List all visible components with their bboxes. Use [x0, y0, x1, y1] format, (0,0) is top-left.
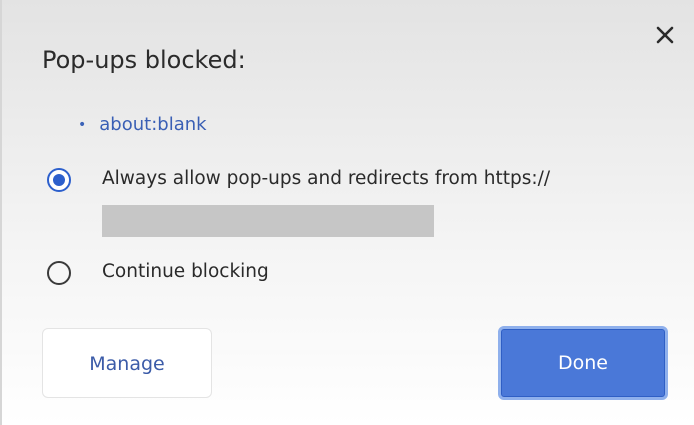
popup-blocked-dialog: Pop-ups blocked: • about:blank Always al…	[0, 0, 694, 425]
dialog-title: Pop-ups blocked:	[42, 46, 246, 74]
blocked-popup-link[interactable]: about:blank	[99, 114, 206, 135]
manage-button[interactable]: Manage	[42, 328, 212, 398]
bullet-icon: •	[78, 116, 87, 133]
redacted-site-url	[102, 205, 434, 237]
continue-blocking-radio[interactable]	[47, 261, 71, 285]
radio-selected-dot	[53, 174, 65, 186]
always-allow-radio[interactable]	[47, 168, 71, 192]
blocked-popup-list: • about:blank	[78, 114, 207, 135]
close-icon	[656, 26, 674, 44]
close-button[interactable]	[650, 20, 680, 50]
always-allow-label[interactable]: Always allow pop-ups and redirects from …	[102, 168, 550, 189]
continue-blocking-label[interactable]: Continue blocking	[102, 261, 269, 282]
done-button[interactable]: Done	[498, 326, 668, 400]
